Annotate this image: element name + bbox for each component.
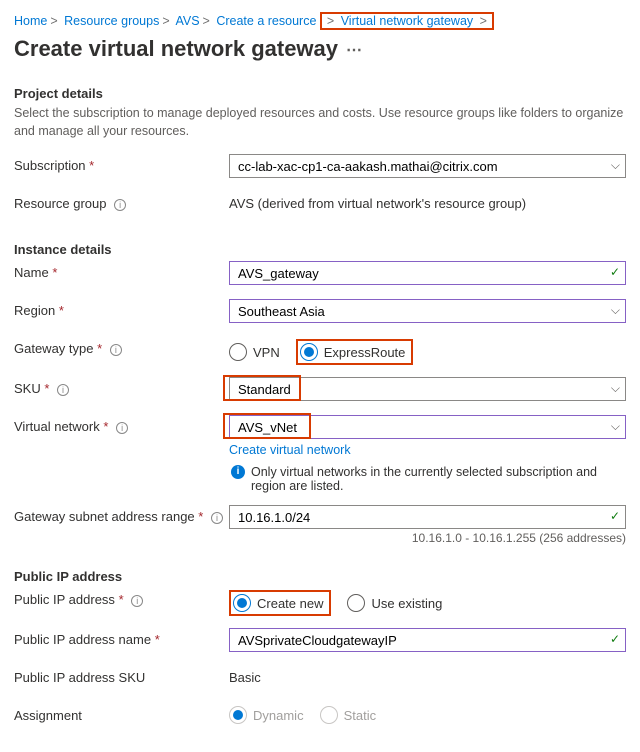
sku-dropdown[interactable]: ⌵ xyxy=(229,377,626,401)
subnet-range-note: 10.16.1.0 - 10.16.1.255 (256 addresses) xyxy=(229,531,626,545)
label-sku: SKU * i xyxy=(14,377,229,396)
label-resource-group: Resource group i xyxy=(14,192,229,211)
vnet-note: Only virtual networks in the currently s… xyxy=(251,465,626,493)
radio-use-existing-ip[interactable]: Use existing xyxy=(347,594,442,612)
radio-expressroute[interactable]: ExpressRoute xyxy=(300,343,406,361)
subnet-range-input[interactable]: ✓ xyxy=(229,505,626,529)
info-icon[interactable]: i xyxy=(110,344,122,356)
label-gateway-type: Gateway type * i xyxy=(14,337,229,356)
radio-assignment-dynamic: Dynamic xyxy=(229,706,304,724)
region-dropdown[interactable]: ⌵ xyxy=(229,299,626,323)
label-public-ip-name: Public IP address name * xyxy=(14,628,229,647)
crumb-avs[interactable]: AVS xyxy=(175,14,199,28)
project-details-help: Select the subscription to manage deploy… xyxy=(14,105,626,140)
label-region: Region * xyxy=(14,299,229,318)
page-title: Create virtual network gateway⋯ xyxy=(14,36,626,62)
info-icon[interactable]: i xyxy=(57,384,69,396)
section-instance-details: Instance details xyxy=(14,242,626,257)
crumb-resource-groups[interactable]: Resource groups xyxy=(64,14,159,28)
label-name: Name * xyxy=(14,261,229,280)
more-icon[interactable]: ⋯ xyxy=(338,42,362,59)
label-subnet-range: Gateway subnet address range * i xyxy=(14,505,229,524)
info-icon[interactable]: i xyxy=(211,512,223,524)
label-virtual-network: Virtual network * i xyxy=(14,415,229,434)
radio-create-new-ip[interactable]: Create new xyxy=(233,594,323,612)
breadcrumb: Home> Resource groups> AVS> Create a res… xyxy=(14,10,626,34)
public-ip-name-input[interactable]: ✓ xyxy=(229,628,626,652)
info-icon[interactable]: i xyxy=(131,595,143,607)
crumb-create-resource[interactable]: Create a resource xyxy=(216,14,316,28)
crumb-home[interactable]: Home xyxy=(14,14,47,28)
info-icon[interactable]: i xyxy=(114,199,126,211)
virtual-network-dropdown[interactable]: ⌵ xyxy=(229,415,626,439)
radio-assignment-static: Static xyxy=(320,706,377,724)
crumb-virtual-network-gateway[interactable]: Virtual network gateway xyxy=(341,14,473,28)
label-subscription: Subscription * xyxy=(14,154,229,173)
info-icon[interactable]: i xyxy=(116,422,128,434)
label-assignment: Assignment xyxy=(14,704,229,723)
radio-vpn[interactable]: VPN xyxy=(229,343,280,361)
label-public-ip: Public IP address * i xyxy=(14,588,229,607)
subscription-dropdown[interactable]: ⌵ xyxy=(229,154,626,178)
section-project-details: Project details xyxy=(14,86,626,101)
public-ip-sku-value: Basic xyxy=(229,666,626,685)
info-filled-icon: i xyxy=(231,465,245,479)
name-input[interactable]: ✓ xyxy=(229,261,626,285)
section-public-ip: Public IP address xyxy=(14,569,626,584)
resource-group-value: AVS (derived from virtual network's reso… xyxy=(229,192,626,211)
link-create-virtual-network[interactable]: Create virtual network xyxy=(229,443,351,457)
label-public-ip-sku: Public IP address SKU xyxy=(14,666,229,685)
